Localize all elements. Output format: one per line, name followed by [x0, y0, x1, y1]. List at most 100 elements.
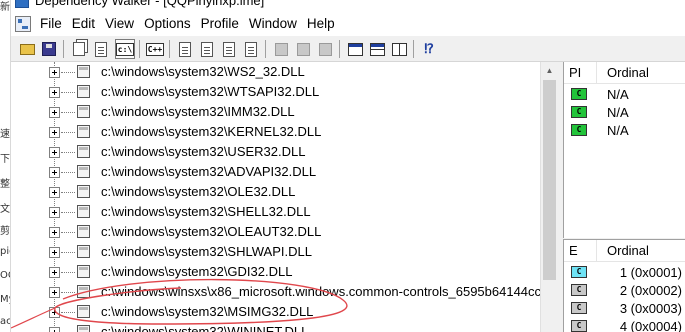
column-header-pi[interactable]: PI	[569, 65, 581, 80]
export-row[interactable]: C 2 (0x0002)	[564, 281, 685, 299]
properties-button[interactable]	[175, 39, 195, 59]
tree-scrollbar[interactable]: ▲	[540, 62, 557, 332]
tree-row[interactable]: c:\windows\system32\KERNEL32.DLL	[11, 122, 540, 142]
c-function-icon: C	[571, 284, 587, 296]
expand-icon[interactable]	[49, 327, 60, 332]
toolbar-separator	[413, 40, 414, 58]
bg-fragment: 新	[0, 2, 10, 13]
expand-icon[interactable]	[49, 167, 60, 178]
ordinal-value: 4 (0x0004)	[619, 319, 682, 332]
disabled-icon	[318, 42, 332, 56]
export-row[interactable]: C 3 (0x0003)	[564, 299, 685, 317]
view-full-button[interactable]	[241, 39, 261, 59]
copy-button[interactable]	[69, 39, 89, 59]
background-window-strip: 新 速 下载 整理 文件 剪切 pig OC My ac	[0, 0, 11, 332]
expand-icon[interactable]	[49, 147, 60, 158]
find-button[interactable]	[197, 39, 217, 59]
tree-row[interactable]: c:\windows\system32\SHLWAPI.DLL	[11, 242, 540, 262]
tree-connector	[61, 232, 75, 233]
expand-icon[interactable]	[49, 247, 60, 258]
tree-connector	[61, 192, 75, 193]
column-header-ordinal[interactable]: Ordinal	[607, 243, 649, 258]
expand-icon[interactable]	[49, 267, 60, 278]
module-path: c:\windows\system32\OLE32.DLL	[101, 184, 296, 199]
tree-connector	[61, 272, 75, 273]
bg-fragment: 速	[0, 129, 10, 140]
tree-row[interactable]: c:\windows\system32\SHELL32.DLL	[11, 202, 540, 222]
module-path: c:\windows\system32\USER32.DLL	[101, 144, 306, 159]
menu-help[interactable]: Help	[302, 12, 340, 36]
expand-icon[interactable]	[49, 87, 60, 98]
open-icon	[19, 43, 35, 55]
disabled-icon	[274, 42, 288, 56]
tree-row[interactable]: c:\windows\system32\IMM32.DLL	[11, 102, 540, 122]
menu-window[interactable]: Window	[244, 12, 302, 36]
export-row[interactable]: C 4 (0x0004)	[564, 317, 685, 332]
module-icon	[77, 245, 90, 258]
menu-bar: File Edit View Options Profile Window He…	[11, 12, 685, 36]
expand-icon[interactable]	[49, 127, 60, 138]
disabled-button[interactable]	[315, 39, 335, 59]
disabled-button[interactable]	[271, 39, 291, 59]
tree-row[interactable]: c:\windows\system32\MSIMG32.DLL	[11, 302, 540, 322]
expand-icon[interactable]	[49, 307, 60, 318]
tree-row[interactable]: c:\windows\system32\ADVAPI32.DLL	[11, 162, 540, 182]
column-header-ordinal[interactable]: Ordinal	[607, 65, 649, 80]
module-icon	[77, 105, 90, 118]
tree-row[interactable]: c:\windows\winsxs\x86_microsoft.windows.…	[11, 282, 540, 302]
full-paths-button[interactable]: c:\	[115, 39, 135, 59]
tree-row[interactable]: c:\windows\system32\GDI32.DLL	[11, 262, 540, 282]
window-tile-h-button[interactable]	[367, 39, 387, 59]
open-button[interactable]	[17, 39, 37, 59]
document-icon[interactable]	[15, 16, 31, 32]
expand-icon[interactable]	[49, 287, 60, 298]
expand-icon[interactable]	[49, 187, 60, 198]
import-row[interactable]: C N/A	[564, 121, 685, 139]
tree-row[interactable]: c:\windows\system32\OLE32.DLL	[11, 182, 540, 202]
menu-profile[interactable]: Profile	[196, 12, 244, 36]
imports-pane: PI Ordinal C N/A C N/A C N/A	[563, 62, 685, 238]
c-function-icon: C	[571, 124, 587, 136]
scroll-up-icon[interactable]: ▲	[541, 62, 558, 79]
tree-connector	[61, 212, 75, 213]
scroll-thumb[interactable]	[543, 80, 556, 280]
column-header-e[interactable]: E	[569, 243, 578, 258]
menu-file[interactable]: File	[35, 12, 67, 36]
module-path: c:\windows\system32\GDI32.DLL	[101, 264, 293, 279]
tree-row[interactable]: c:\windows\system32\OLEAUT32.DLL	[11, 222, 540, 242]
module-tree[interactable]: c:\windows\system32\WS2_32.DLL c:\windows…	[11, 62, 540, 332]
window-tile-v-button[interactable]	[389, 39, 409, 59]
import-row[interactable]: C N/A	[564, 85, 685, 103]
expand-icon[interactable]	[49, 107, 60, 118]
tree-connector	[61, 72, 75, 73]
module-path: c:\windows\system32\ADVAPI32.DLL	[101, 164, 317, 179]
menu-view[interactable]: View	[100, 12, 139, 36]
menu-options[interactable]: Options	[139, 12, 196, 36]
help-button[interactable]: ⁉	[419, 39, 439, 59]
c-function-icon: C	[571, 88, 587, 100]
tree-row[interactable]: c:\windows\system32\WININET.DLL	[11, 322, 540, 332]
attach-button[interactable]	[91, 39, 111, 59]
menu-edit[interactable]: Edit	[67, 12, 100, 36]
app-icon	[15, 0, 29, 8]
toolbar: c:\ C++ ⁉	[11, 36, 685, 62]
expand-icon[interactable]	[49, 227, 60, 238]
module-icon	[77, 165, 90, 178]
highlight-button[interactable]	[219, 39, 239, 59]
disabled-button[interactable]	[293, 39, 313, 59]
save-button[interactable]	[39, 39, 59, 59]
cpp-label: C++	[145, 42, 165, 56]
module-icon	[77, 225, 90, 238]
expand-icon[interactable]	[49, 67, 60, 78]
bg-fragment: OC	[0, 270, 10, 281]
module-icon	[77, 145, 90, 158]
expand-icon[interactable]	[49, 207, 60, 218]
bg-fragment: 文件	[0, 204, 10, 215]
undecorate-cpp-button[interactable]: C++	[145, 39, 165, 59]
tree-row[interactable]: c:\windows\system32\USER32.DLL	[11, 142, 540, 162]
import-row[interactable]: C N/A	[564, 103, 685, 121]
export-row[interactable]: C 1 (0x0001)	[564, 263, 685, 281]
window-cascade-button[interactable]	[345, 39, 365, 59]
tree-row[interactable]: c:\windows\system32\WS2_32.DLL	[11, 62, 540, 82]
tree-row[interactable]: c:\windows\system32\WTSAPI32.DLL	[11, 82, 540, 102]
